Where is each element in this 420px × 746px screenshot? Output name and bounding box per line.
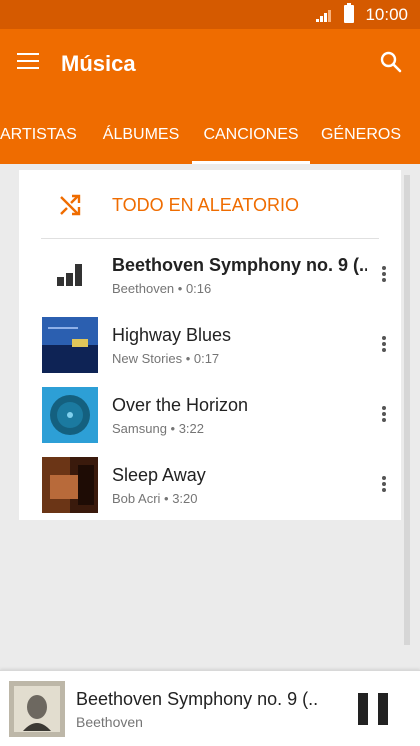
song-title: Sleep Away — [112, 465, 206, 485]
tab-artistas[interactable]: ARTISTAS — [0, 106, 77, 164]
song-row[interactable]: Beethoven Symphony no. 9 (.. Beethoven •… — [19, 240, 401, 310]
app-title: Música — [61, 51, 136, 76]
divider — [41, 238, 379, 239]
tab-albumes[interactable]: ÁLBUMES — [96, 106, 186, 164]
song-title: Highway Blues — [112, 325, 232, 345]
song-subtitle: Beethoven • 0:16 — [112, 281, 212, 296]
app-bar: Música ARTISTAS ÁLBUMES CANCIONES GÉNERO… — [0, 29, 420, 164]
now-playing-equalizer-icon — [57, 264, 82, 286]
status-time: 10:00 — [365, 5, 408, 24]
menu-icon[interactable] — [17, 53, 39, 71]
song-title: Over the Horizon — [112, 395, 249, 415]
status-bar: 10:00 — [0, 0, 420, 29]
song-list: TODO EN ALEATORIO Beethoven Symphony no.… — [19, 170, 401, 520]
more-options-icon[interactable] — [381, 266, 387, 284]
album-art-thumbnail — [42, 387, 98, 443]
tab-bar: ARTISTAS ÁLBUMES CANCIONES GÉNEROS — [0, 106, 420, 164]
shuffle-all-button[interactable]: TODO EN ALEATORIO — [19, 170, 401, 238]
album-art-thumbnail — [42, 457, 98, 513]
battery-icon — [344, 3, 354, 23]
more-options-icon[interactable] — [381, 476, 387, 494]
mini-player[interactable]: Beethoven Symphony no. 9 (.. Beethoven — [0, 670, 420, 746]
song-subtitle: Samsung • 3:22 — [112, 421, 204, 436]
song-subtitle: New Stories • 0:17 — [112, 351, 220, 366]
more-options-icon[interactable] — [381, 336, 387, 354]
now-playing-album-art — [9, 681, 65, 737]
scrollbar[interactable] — [404, 175, 410, 645]
shuffle-icon — [60, 194, 81, 216]
pause-button[interactable] — [358, 693, 388, 725]
more-options-icon[interactable] — [381, 406, 387, 424]
song-title: Beethoven Symphony no. 9 (.. — [112, 255, 367, 275]
signal-icon — [316, 10, 331, 22]
search-icon[interactable] — [380, 51, 402, 73]
song-subtitle: Bob Acri • 3:20 — [112, 491, 198, 506]
shuffle-label: TODO EN ALEATORIO — [112, 195, 300, 215]
song-row[interactable]: Over the Horizon Samsung • 3:22 — [19, 380, 401, 450]
now-playing-title: Beethoven Symphony no. 9 (.. — [76, 689, 319, 709]
tab-generos[interactable]: GÉNEROS — [318, 106, 404, 164]
song-row[interactable]: Sleep Away Bob Acri • 3:20 — [19, 450, 401, 520]
song-row[interactable]: Highway Blues New Stories • 0:17 — [19, 310, 401, 380]
album-art-thumbnail — [42, 317, 98, 373]
now-playing-artist: Beethoven — [76, 714, 143, 730]
tab-canciones[interactable]: CANCIONES — [192, 106, 310, 164]
